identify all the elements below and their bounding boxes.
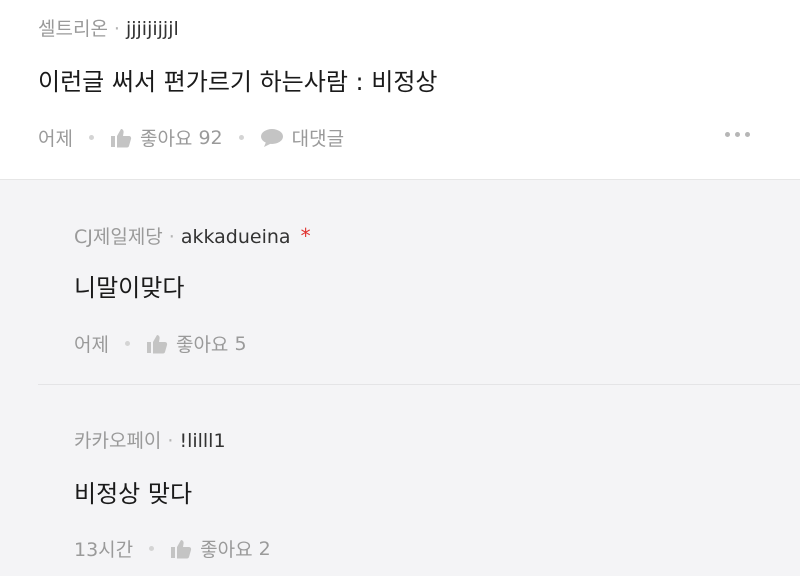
reply-text: 니말이맞다: [74, 274, 185, 302]
thumbs-up-icon: [146, 334, 168, 353]
separator-dot: ·: [167, 430, 174, 452]
reply-button[interactable]: 대댓글: [260, 124, 344, 151]
reply-actions: 어제 좋아요 5: [74, 330, 247, 357]
like-label: 좋아요: [200, 539, 253, 561]
reply-actions: 13시간 좋아요 2: [74, 535, 271, 562]
separator-dot: [238, 135, 244, 140]
author-company: 셀트리온: [38, 18, 108, 40]
author-id: jjjijijjjl: [125, 18, 179, 40]
main-comment: 셀트리온 · jjjijijjjl 이런글 써서 편가르기 하는사람 : 비정상 어…: [0, 0, 800, 180]
more-options-button[interactable]: [725, 132, 750, 137]
comment-text: 이런글 써서 편가르기 하는사람 : 비정상: [38, 68, 438, 96]
like-label: 좋아요: [175, 334, 229, 356]
reply-time: 어제: [74, 334, 109, 356]
reply-label: 대댓글: [291, 128, 345, 150]
like-count: 2: [258, 537, 271, 560]
comment-author[interactable]: 셀트리온 · jjjijijjjl: [38, 14, 179, 41]
reply-author[interactable]: CJ제일제당 · akkadueina *: [74, 222, 311, 249]
thumbs-up-icon: [110, 128, 132, 147]
comment-time: 어제: [38, 128, 73, 150]
speech-bubble-icon: [260, 128, 283, 147]
separator-dot: [124, 341, 130, 346]
author-id: akkadueina: [180, 226, 291, 248]
separator-dot: ·: [113, 18, 120, 40]
like-label: 좋아요: [139, 128, 193, 150]
comment-actions: 어제 좋아요 92 대댓글: [38, 124, 344, 151]
reply-time: 13시간: [74, 539, 134, 561]
thumbs-up-icon: [171, 539, 192, 558]
separator-dot: [149, 546, 155, 551]
reply-text: 비정상 맞다: [74, 480, 193, 508]
reply-author[interactable]: 카카오페이 · !lilll1: [74, 426, 226, 453]
like-count: 92: [198, 126, 223, 149]
like-button[interactable]: 좋아요 92: [110, 124, 223, 151]
like-button[interactable]: 좋아요 2: [170, 535, 271, 562]
more-dot: [745, 132, 750, 137]
more-dots-icon: [725, 132, 730, 137]
more-dot: [735, 132, 740, 137]
reply-divider: [38, 384, 800, 385]
like-count: 5: [234, 332, 247, 355]
like-button[interactable]: 좋아요 5: [146, 330, 247, 357]
author-company: CJ제일제당: [74, 226, 163, 248]
author-id: !lilll1: [179, 430, 226, 452]
separator-dot: ·: [168, 226, 175, 248]
replies-section: CJ제일제당 · akkadueina * 니말이맞다 어제 좋아요 5 카카오페이 ·…: [0, 180, 800, 576]
separator-dot: [88, 135, 94, 140]
author-company: 카카오페이: [74, 430, 162, 452]
author-badge: *: [300, 224, 311, 248]
